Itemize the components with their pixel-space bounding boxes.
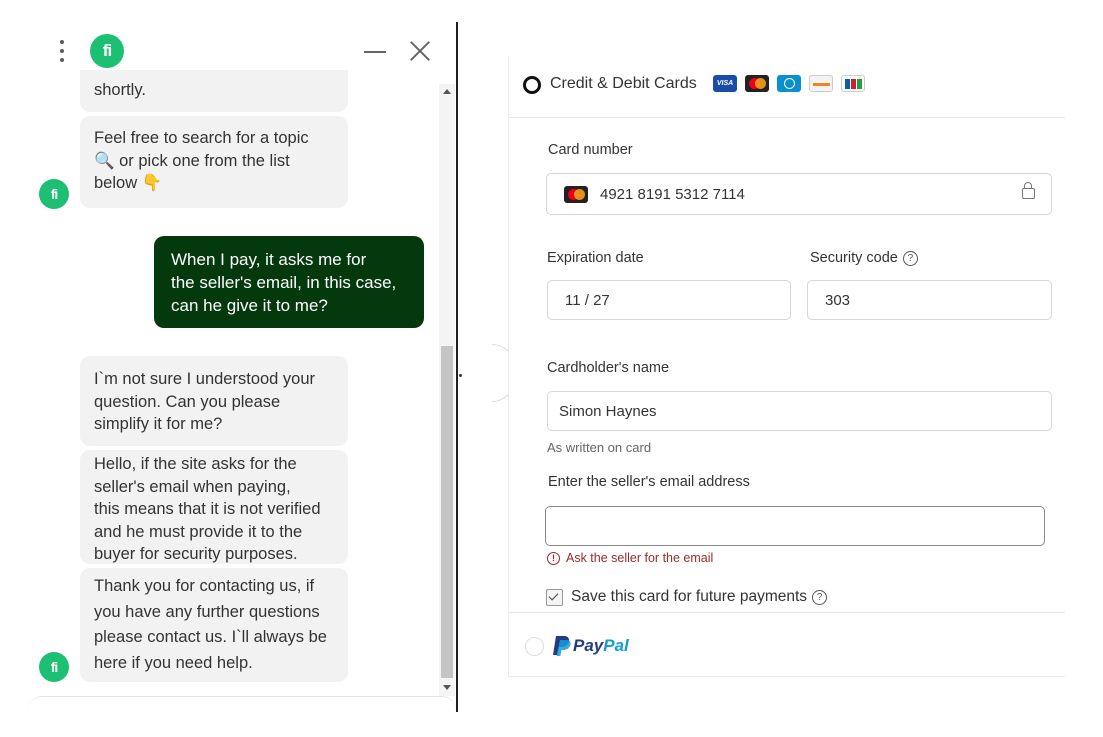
more-options-icon[interactable] [55,38,69,64]
diners-icon [777,75,801,92]
bot-message: I`m not sure I understood your question.… [80,356,348,446]
security-code-value: 303 [825,291,851,309]
expiration-label: Expiration date [547,250,644,266]
mastercard-icon [745,75,769,92]
chat-composer[interactable] [28,696,456,737]
jcb-icon [841,75,865,92]
mastercard-icon [564,185,588,203]
bot-message: Thank you for contacting us, if you have… [80,568,348,682]
minimize-icon[interactable] [364,38,386,64]
cardholder-name-hint: As written on card [547,440,652,455]
bot-message: Hello, if the site asks for the seller's… [80,450,348,564]
seller-email-error: ! Ask the seller for the email [547,551,713,565]
paypal-label: PayPal [573,636,629,655]
paypal-logo-icon [553,636,571,656]
seller-email-label: Enter the seller's email address [548,474,750,490]
chat-panel: fi shortly. Feel free to search for a to… [0,0,458,737]
scroll-down-icon[interactable] [443,685,451,690]
security-code-input[interactable]: 303 [807,280,1052,320]
divider-dot [459,374,462,377]
visa-icon: VISA [713,75,737,92]
chat-scrollbar-thumb[interactable] [441,346,453,678]
payment-panel: Credit & Debit Cards VISA Card number 49… [508,56,1065,677]
lock-icon [1022,182,1035,199]
bot-message: Feel free to search for a topic 🔍 or pic… [80,116,348,208]
bot-message: shortly. [80,70,348,112]
expiration-input[interactable]: 11 / 27 [547,280,791,320]
close-icon[interactable] [406,37,434,65]
security-code-label: Security code? [810,250,918,266]
help-icon[interactable]: ? [812,590,828,605]
bot-avatar-icon: fi [39,179,69,209]
card-number-value: 4921 8191 5312 7114 [600,185,745,203]
seller-email-input[interactable] [545,506,1045,546]
cardholder-name-value: Simon Haynes [559,402,657,420]
card-number-input[interactable]: 4921 8191 5312 7114 [546,173,1052,215]
card-brand-list: VISA [713,75,865,92]
help-icon[interactable]: ? [902,251,918,266]
expiration-value: 11 / 27 [565,291,610,309]
bot-avatar-icon: fi [39,652,69,682]
panel-divider [456,22,458,712]
card-method-radio[interactable] [523,76,541,94]
save-card-checkbox[interactable] [546,589,563,606]
fiverr-logo-icon: fi [90,34,124,68]
scroll-up-icon[interactable] [443,89,451,94]
section-separator [509,612,1065,613]
cardholder-name-input[interactable]: Simon Haynes [547,391,1052,431]
card-method-label: Credit & Debit Cards [550,75,697,92]
cardholder-name-label: Cardholder's name [547,360,670,376]
error-icon: ! [547,551,560,565]
save-card-label: Save this card for future payments? [571,588,828,606]
paypal-method-radio[interactable] [525,637,544,656]
user-message: When I pay, it asks me for the seller's … [154,236,424,328]
discover-icon [809,75,833,92]
section-separator [509,117,1065,118]
card-number-label: Card number [548,142,633,158]
